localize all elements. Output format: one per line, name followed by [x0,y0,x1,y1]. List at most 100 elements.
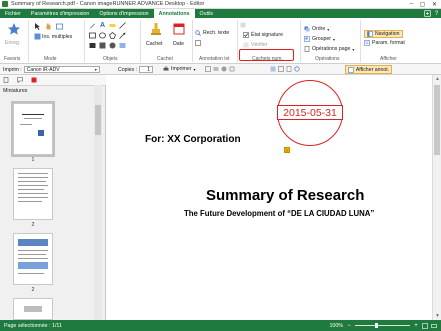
thumbnail-scrollbar[interactable] [94,85,102,320]
pen-icon[interactable] [89,22,96,29]
toolbar-icons-1 [205,66,235,72]
cachet-button-label[interactable]: Cachet [146,41,162,47]
param-format-button[interactable]: Param. format [364,40,405,46]
color-icon[interactable] [221,66,227,72]
star-icon[interactable] [7,22,21,36]
note-icon[interactable]: ≡ [284,147,290,153]
thumbnail-page-2[interactable] [13,168,53,220]
pages-icon[interactable] [205,66,211,72]
text-box-icon [195,40,201,46]
thumbnail-page-1[interactable] [11,101,55,157]
attachments-panel-icon[interactable] [31,77,37,85]
app-icon [2,1,8,7]
etat-signature-button[interactable]: État signature [243,32,283,38]
thumbnail-number-3: 2 [31,287,35,293]
printer-select[interactable]: Canon iR-ADV ▾ [23,66,100,73]
select-cursor-icon[interactable] [34,23,41,30]
print-button[interactable]: Imprimer ▾ [163,66,195,72]
zoom-in-icon[interactable]: + [413,323,419,329]
group-icon [304,36,310,42]
help-icon[interactable]: ? [432,9,441,18]
rech-texte-button[interactable]: Rech. texte [195,30,229,36]
tab-parametres-impression[interactable]: Paramètres d'impression [26,9,94,18]
staple-icon[interactable] [229,66,235,72]
fill-ellipse-icon[interactable] [109,42,116,49]
thumbnail-page-4[interactable] [13,298,53,320]
scroll-thumb[interactable] [434,85,440,155]
tab-annotations[interactable]: Annotations [153,9,195,18]
annotation-txt-button[interactable] [195,40,201,46]
group-mode: Mode [44,56,57,62]
fill-square-icon[interactable] [99,42,106,49]
thumbnail-number-2: 2 [31,222,35,228]
date-stamp[interactable]: 2015-05-31 [277,80,343,146]
minimize-button[interactable]: – [406,0,417,9]
verifier-button[interactable]: Vérifier [243,42,267,48]
ribbon-settings-icon[interactable] [423,9,432,18]
printer-value: Canon iR-ADV [26,66,60,73]
rectangle-icon[interactable] [89,32,96,39]
tab-options-impression[interactable]: Options d'impression [94,9,153,18]
stamp-icon[interactable] [149,22,163,36]
print-bar: Imprim : Canon iR-ADV ▾ Copies : 1 Impri… [0,64,441,75]
highlighter-icon[interactable] [109,22,116,29]
ribbon: Enreg. Favoris Ins. multiples Mode A Obj… [0,18,441,64]
navigation-button[interactable]: Navigation [364,30,403,38]
ordre-button[interactable]: Ordre ▾ [304,26,329,32]
scroll-down-icon[interactable]: ▼ [433,312,441,320]
fit-page-icon[interactable] [422,322,428,329]
checkbox-icon[interactable] [243,32,249,38]
watermark-icon[interactable] [294,66,300,72]
text-icon[interactable]: A [99,22,106,29]
group-operations: Opérations [315,56,340,62]
page-selected-status: Page sélectionnée : 1/11 [4,322,62,329]
rech-texte-label: Rech. texte [203,30,230,36]
verify-icon [243,42,249,48]
document-view[interactable]: 2015-05-31 For: XX Corporation ≡ Summary… [107,75,432,320]
digital-stamp-icon [240,22,246,28]
afficher-annot-label: Afficher annot. [355,66,390,73]
grouper-button[interactable]: Grouper ▾ [304,36,335,42]
cachets-num-top-button[interactable] [240,22,246,28]
line-icon[interactable] [119,22,126,29]
document-scrollbar[interactable]: ▲ ▼ [432,75,441,320]
group-objets: Objets [103,56,118,62]
order-icon [304,26,310,32]
fit-width-icon[interactable] [431,323,437,329]
image-icon[interactable] [119,42,126,49]
date-button-label[interactable]: Date [173,41,184,47]
arrow-icon[interactable] [119,32,126,39]
close-button[interactable]: ✕ [428,0,441,9]
multi-insert-icon[interactable] [34,33,41,40]
tab-fichier[interactable]: Fichier [0,9,26,18]
pages-panel-icon[interactable] [3,77,9,85]
date-stamp-icon[interactable] [172,22,186,36]
ins-multiples-button[interactable]: Ins. multiples [42,34,72,40]
polygon-icon[interactable] [109,32,116,39]
ellipse-icon[interactable] [99,32,106,39]
paper-icon[interactable] [286,66,292,72]
highlight-annotation [239,49,294,61]
comments-panel-icon[interactable] [17,77,23,85]
copies-input[interactable]: 1 [139,66,154,73]
operations-page-button[interactable]: Opérations page ▾ [304,46,354,52]
thumbnail-page-3[interactable] [13,233,53,285]
finishing-icon[interactable] [270,66,276,72]
zoom-out-icon[interactable]: − [346,323,352,329]
maximize-button[interactable]: ▢ [417,0,428,9]
document-subheading: The Future Development of “DE LA CIUDAD … [184,209,375,218]
afficher-annot-button[interactable]: Afficher annot. [345,65,392,74]
enreg-label: Enreg. [5,40,21,46]
print-button-label: Imprimer [171,66,192,72]
scroll-up-icon[interactable]: ▲ [433,75,441,83]
tab-outils[interactable]: Outils [195,9,219,18]
duplex-icon[interactable] [213,66,219,72]
layout-icon[interactable] [278,66,284,72]
zoom-slider[interactable] [355,323,410,328]
status-bar: Page sélectionnée : 1/11 100% − + [0,320,441,331]
stamp-date-text: 2015-05-31 [277,105,343,120]
hand-icon[interactable] [45,23,52,30]
grouper-label: Grouper [312,36,332,42]
fill-rectangle-icon[interactable] [89,42,96,49]
text-select-icon[interactable] [56,23,63,30]
